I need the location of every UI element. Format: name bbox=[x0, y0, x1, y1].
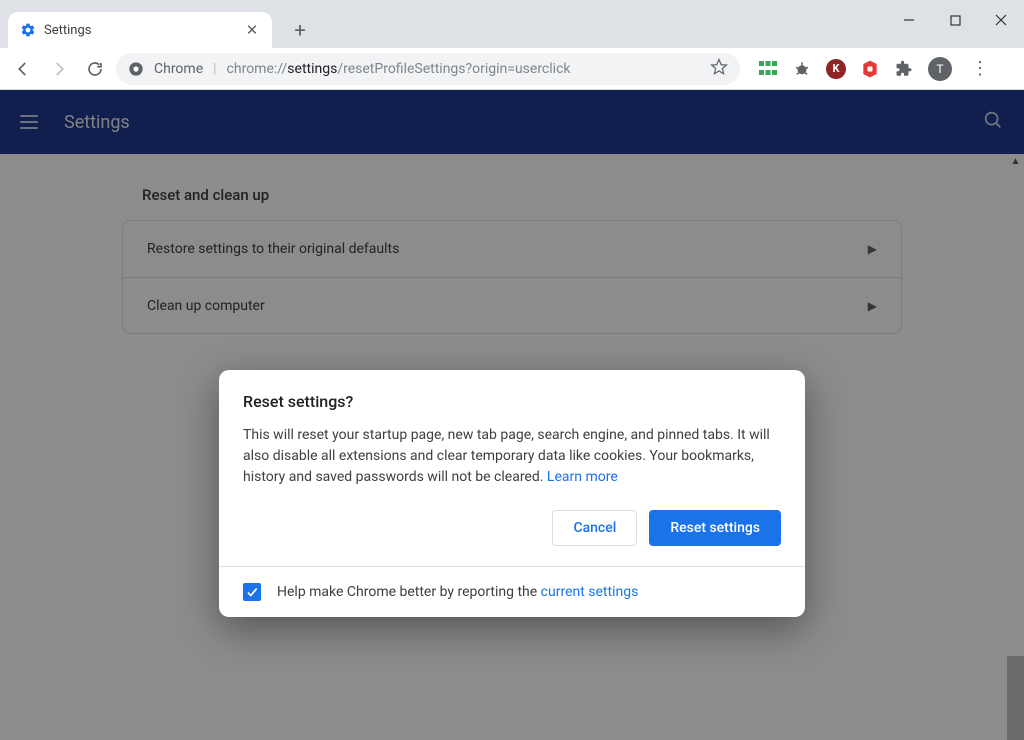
learn-more-link[interactable]: Learn more bbox=[547, 469, 618, 485]
window-controls bbox=[886, 0, 1024, 40]
report-settings-checkbox[interactable] bbox=[243, 583, 261, 601]
browser-toolbar: Chrome | chrome://settings/resetProfileS… bbox=[0, 48, 1024, 90]
dialog-footer-text: Help make Chrome better by reporting the… bbox=[277, 584, 638, 600]
omnibox-separator: | bbox=[213, 61, 216, 77]
reload-button[interactable] bbox=[80, 54, 110, 84]
dialog-title: Reset settings? bbox=[243, 392, 781, 411]
browser-tab[interactable]: Settings ✕ bbox=[8, 12, 272, 48]
settings-gear-icon bbox=[20, 22, 36, 38]
extensions-puzzle-icon[interactable] bbox=[894, 59, 914, 79]
reset-settings-button[interactable]: Reset settings bbox=[649, 510, 781, 546]
page-content: Settings Reset and clean up Restore sett… bbox=[0, 90, 1024, 740]
extension-k-icon[interactable]: K bbox=[826, 59, 846, 79]
extension-shield-icon[interactable] bbox=[860, 59, 880, 79]
tab-strip: Settings ✕ + bbox=[0, 0, 1024, 48]
omnibox-prefix: Chrome bbox=[154, 61, 203, 77]
cancel-button[interactable]: Cancel bbox=[552, 510, 637, 546]
profile-avatar[interactable]: T bbox=[928, 57, 952, 81]
extension-bug-icon[interactable] bbox=[792, 59, 812, 79]
dialog-actions: Cancel Reset settings bbox=[243, 510, 781, 546]
new-tab-button[interactable]: + bbox=[286, 16, 314, 44]
reset-settings-dialog: Reset settings? This will reset your sta… bbox=[219, 370, 805, 617]
address-bar[interactable]: Chrome | chrome://settings/resetProfileS… bbox=[116, 53, 740, 85]
browser-menu-icon[interactable]: ⋮ bbox=[966, 55, 994, 83]
extension-grid-icon[interactable] bbox=[758, 59, 778, 79]
window-close-button[interactable] bbox=[978, 0, 1024, 40]
current-settings-link[interactable]: current settings bbox=[541, 584, 639, 600]
forward-button[interactable] bbox=[44, 54, 74, 84]
chrome-icon bbox=[128, 61, 144, 77]
maximize-button[interactable] bbox=[932, 0, 978, 40]
omnibox-url: chrome://settings/resetProfileSettings?o… bbox=[227, 61, 571, 77]
minimize-button[interactable] bbox=[886, 0, 932, 40]
dialog-body-text: This will reset your startup page, new t… bbox=[243, 425, 781, 488]
tab-title: Settings bbox=[44, 23, 244, 38]
tab-close-icon[interactable]: ✕ bbox=[244, 21, 260, 39]
back-button[interactable] bbox=[8, 54, 38, 84]
dialog-footer: Help make Chrome better by reporting the… bbox=[219, 566, 805, 617]
bookmark-star-icon[interactable] bbox=[710, 58, 728, 80]
extension-icons: K T ⋮ bbox=[758, 55, 994, 83]
